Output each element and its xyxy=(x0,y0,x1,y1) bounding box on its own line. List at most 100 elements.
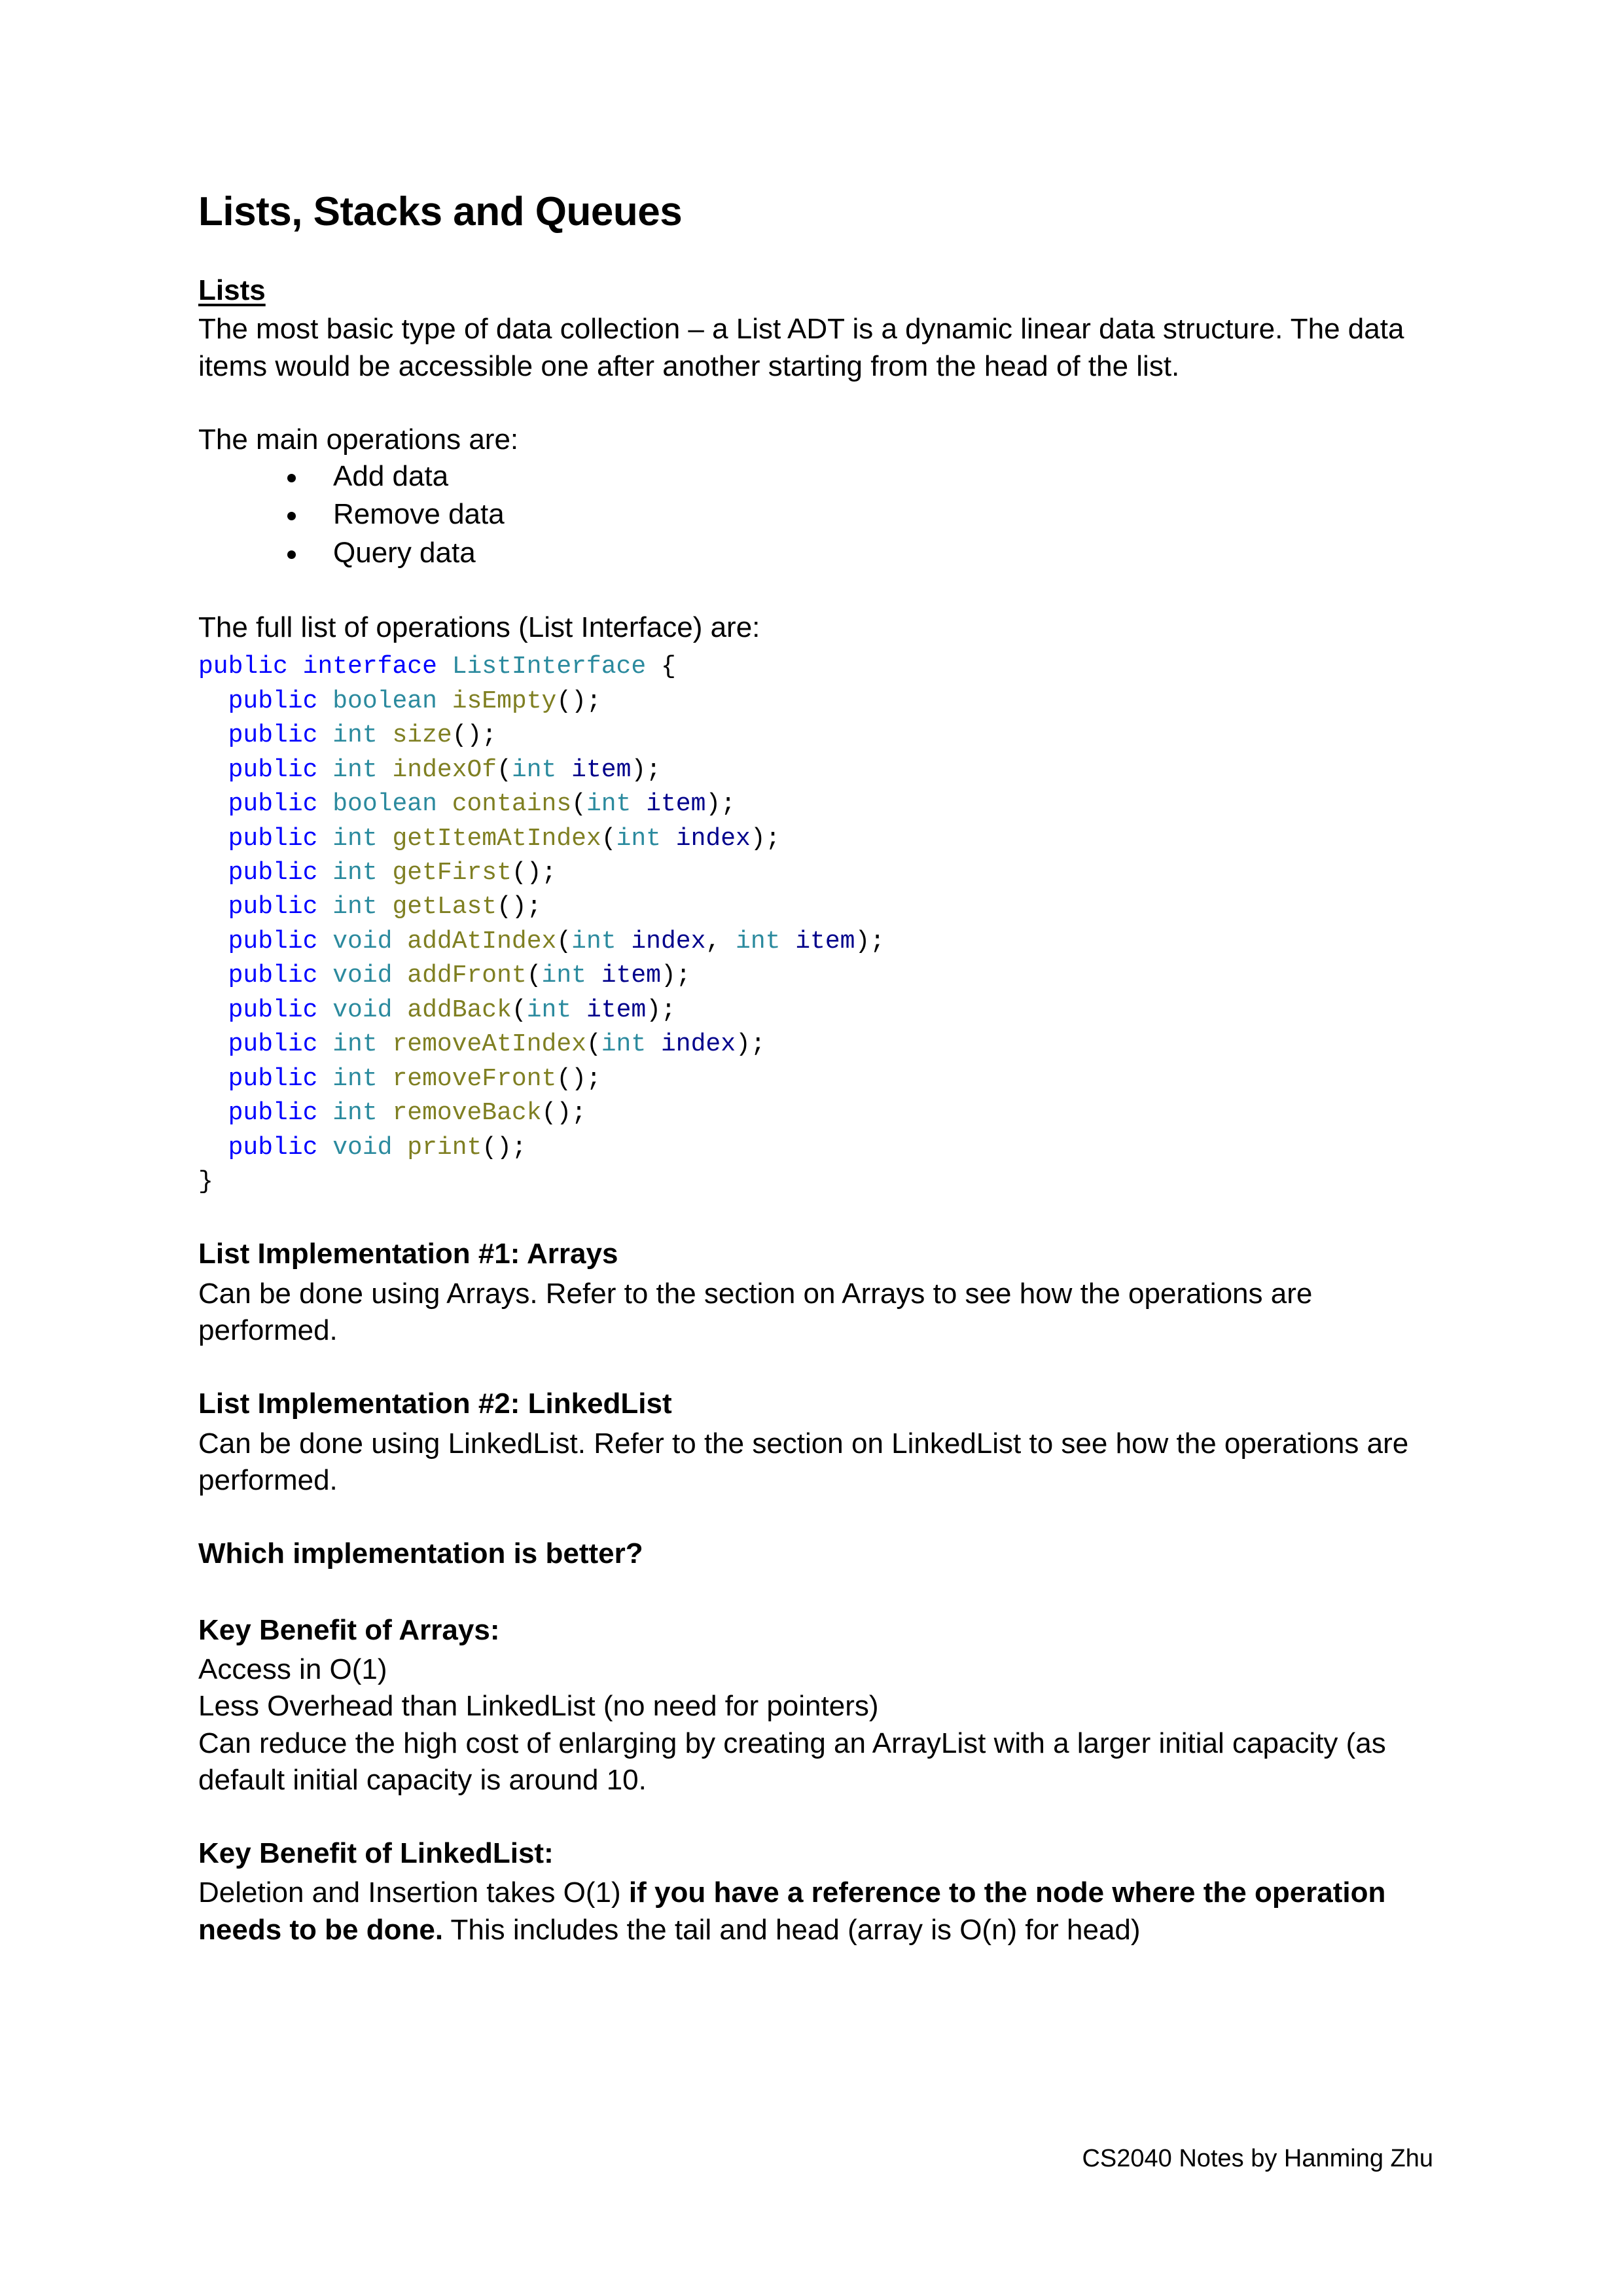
code-token: addFront xyxy=(407,961,527,990)
code-token: void xyxy=(332,1133,393,1162)
code-token: item xyxy=(795,927,855,956)
code-token: getItemAtIndex xyxy=(392,824,601,853)
code-token: public xyxy=(228,859,318,887)
code-token: (); xyxy=(556,687,601,715)
code-token: public xyxy=(228,790,318,819)
operations-lead-text: The main operations are: xyxy=(198,423,519,456)
code-token: item xyxy=(586,996,647,1024)
code-line: } xyxy=(198,1165,1433,1199)
section-heading-benefit-arrays: Key Benefit of Arrays: xyxy=(198,1613,500,1646)
list-item: Add data xyxy=(283,458,1433,495)
code-line: public int removeFront(); xyxy=(198,1062,1433,1096)
list-interface-code-block: public interface ListInterface { public … xyxy=(198,650,1433,1199)
benefit-linkedlist-body: Deletion and Insertion takes O(1) if you… xyxy=(198,1874,1433,1948)
code-line: public int getLast(); xyxy=(198,890,1433,924)
lists-intro-paragraph: The most basic type of data collection –… xyxy=(198,313,1404,382)
code-line: public void addAtIndex(int index, int it… xyxy=(198,925,1433,959)
code-token: boolean xyxy=(332,687,437,715)
code-token: ( xyxy=(601,824,616,853)
code-token: int xyxy=(332,1099,378,1128)
code-token: (); xyxy=(482,1133,527,1162)
code-token: public xyxy=(228,1099,318,1128)
code-token: int xyxy=(332,824,378,853)
main-operations-list: Add data Remove data Query data xyxy=(198,458,1433,571)
code-token: public xyxy=(228,755,318,784)
benefit-linkedlist-text-part1: Deletion and Insertion takes O(1) xyxy=(198,1876,629,1909)
code-token: (); xyxy=(452,721,497,750)
code-token: int xyxy=(332,1064,378,1093)
code-token: public xyxy=(228,721,318,750)
page-footer: CS2040 Notes by Hanming Zhu xyxy=(1082,2145,1433,2172)
code-token: ( xyxy=(556,927,572,956)
code-token: interface xyxy=(302,653,437,681)
code-token: int xyxy=(616,824,661,853)
code-token: removeAtIndex xyxy=(392,1030,586,1059)
code-token: ); xyxy=(646,996,676,1024)
document-page: Lists, Stacks and Queues Lists The most … xyxy=(0,0,1623,2296)
code-line: public void print(); xyxy=(198,1131,1433,1165)
code-token: contains xyxy=(452,790,572,819)
benefit-arrays-line-1: Access in O(1) xyxy=(198,1653,387,1685)
code-token: public xyxy=(198,653,288,681)
impl-linkedlist-body: Can be done using LinkedList. Refer to t… xyxy=(198,1427,1409,1496)
code-token: size xyxy=(392,721,452,750)
code-token: public xyxy=(228,996,318,1024)
code-line: public boolean isEmpty(); xyxy=(198,685,1433,719)
code-token: int xyxy=(571,927,616,956)
code-token: index xyxy=(631,927,706,956)
code-token: ); xyxy=(855,927,885,956)
list-item: Remove data xyxy=(283,496,1433,533)
code-token: removeFront xyxy=(392,1064,557,1093)
code-line: public int getItemAtIndex(int index); xyxy=(198,822,1433,856)
code-token: (); xyxy=(497,893,542,922)
code-line: public int indexOf(int item); xyxy=(198,753,1433,787)
full-list-lead-text: The full list of operations (List Interf… xyxy=(198,611,760,644)
code-token: getLast xyxy=(392,893,497,922)
code-token: } xyxy=(198,1167,213,1196)
code-line: public void addBack(int item); xyxy=(198,994,1433,1028)
code-token: (); xyxy=(511,859,557,887)
code-token: ); xyxy=(736,1030,766,1059)
code-token: , xyxy=(705,927,736,956)
code-token: item xyxy=(571,755,632,784)
code-token: ( xyxy=(497,755,512,784)
benefit-linkedlist-text-part3: This includes the tail and head (array i… xyxy=(443,1913,1141,1946)
code-line: public int removeBack(); xyxy=(198,1096,1433,1130)
code-token: public xyxy=(228,927,318,956)
code-token: index xyxy=(660,1030,736,1059)
code-token: ); xyxy=(705,790,736,819)
code-token: public xyxy=(228,687,318,715)
code-token: addAtIndex xyxy=(407,927,557,956)
code-token: boolean xyxy=(332,790,437,819)
code-token: ); xyxy=(631,755,661,784)
code-token: int xyxy=(736,927,781,956)
impl-arrays-body: Can be done using Arrays. Refer to the s… xyxy=(198,1277,1313,1346)
page-title: Lists, Stacks and Queues xyxy=(198,189,683,234)
